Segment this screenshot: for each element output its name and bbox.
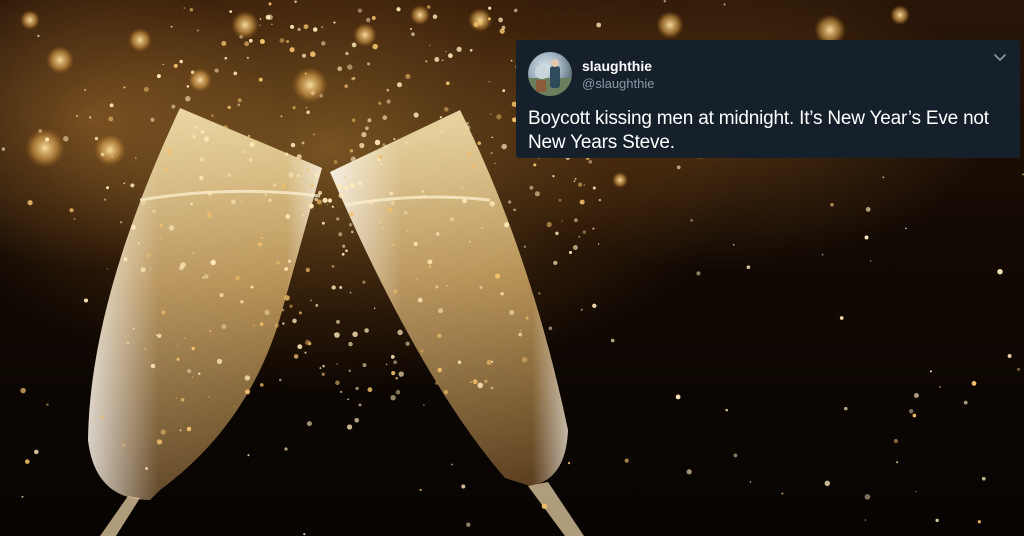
chevron-down-icon[interactable] bbox=[992, 50, 1008, 66]
author-handle[interactable]: @slaughthie bbox=[582, 75, 654, 92]
tweet-author: slaughthie @slaughthie bbox=[582, 57, 654, 92]
avatar-photo-icon bbox=[528, 59, 572, 96]
avatar[interactable] bbox=[528, 52, 572, 96]
left-champagne-glass bbox=[88, 108, 322, 536]
right-champagne-glass bbox=[330, 110, 584, 536]
tweet-header: slaughthie @slaughthie bbox=[528, 51, 1006, 97]
author-display-name[interactable]: slaughthie bbox=[582, 57, 654, 75]
tweet-text: Boycott kissing men at midnight. It’s Ne… bbox=[528, 108, 989, 153]
tweet-card: slaughthie @slaughthie Boycott kissing m… bbox=[516, 40, 1020, 158]
